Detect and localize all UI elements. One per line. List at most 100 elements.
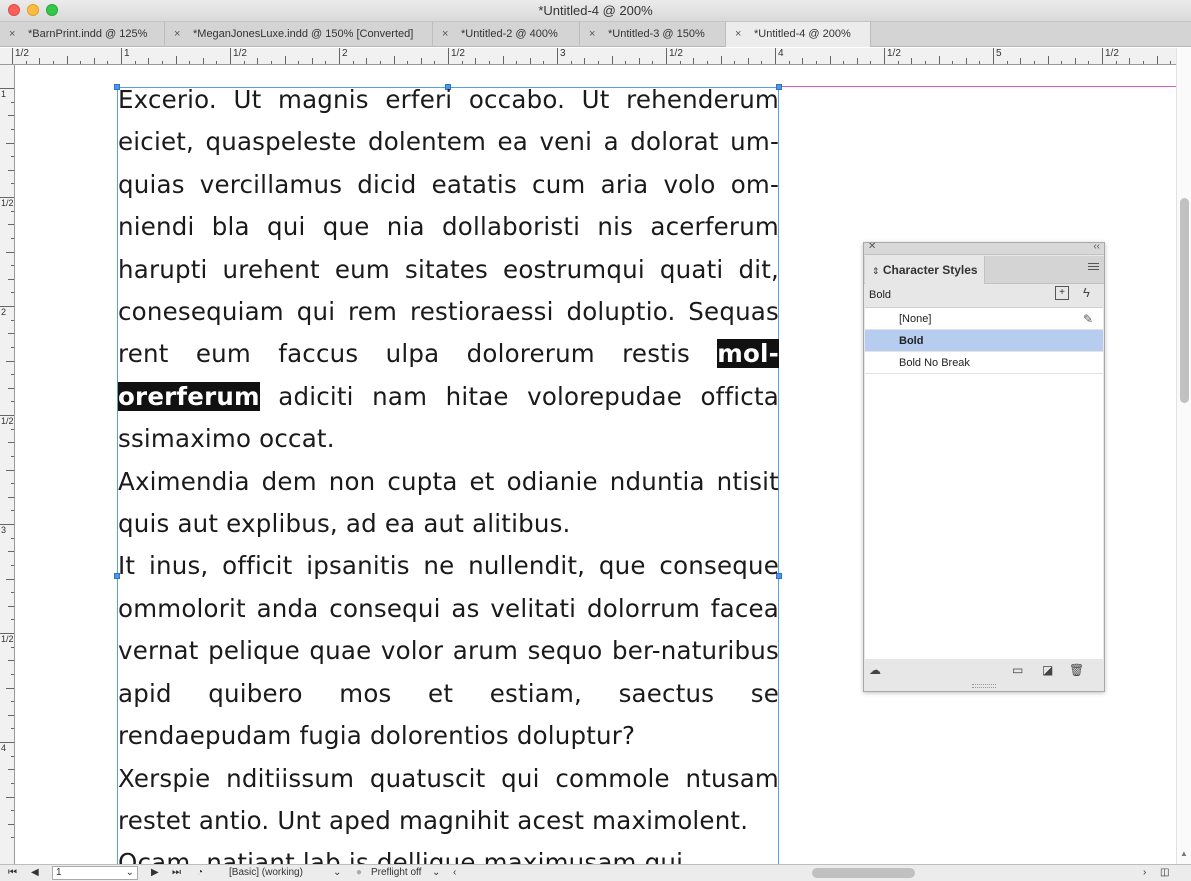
- tab-close-icon[interactable]: ×: [735, 22, 741, 47]
- ruler-minor-tick: [693, 58, 695, 64]
- next-page-icon[interactable]: ▶: [151, 866, 159, 880]
- chevron-down-icon[interactable]: ⌄: [126, 867, 134, 879]
- tab-barnprint[interactable]: × *BarnPrint.indd @ 125%: [0, 22, 165, 47]
- ruler-minor-tick: [8, 115, 14, 117]
- tab-close-icon[interactable]: ×: [442, 22, 448, 47]
- ruler-minor-tick: [175, 56, 177, 64]
- new-style-icon[interactable]: ◪: [1042, 663, 1053, 677]
- ruler-label: 2: [342, 48, 348, 59]
- ruler-minor-tick: [11, 183, 14, 185]
- vertical-ruler[interactable]: 1 1/2 2 1/2 3 1/2 4: [0, 65, 15, 864]
- ruler-minor-tick: [66, 56, 68, 64]
- document-status-icon[interactable]: ◔: [197, 866, 203, 880]
- text-story[interactable]: Excerio. Ut magnis erferi occabo. Ut reh…: [118, 79, 779, 864]
- ruler-major-tick: [993, 48, 994, 64]
- ruler-label: 1/2: [887, 48, 901, 59]
- ruler-minor-tick: [11, 428, 14, 430]
- chevron-down-icon[interactable]: ⌄: [432, 866, 440, 880]
- ruler-minor-tick: [802, 58, 804, 64]
- style-list: [None] ✎ Bold Bold No Break: [865, 307, 1103, 659]
- chevron-down-icon[interactable]: ⌄: [333, 866, 341, 880]
- ruler-minor-tick: [189, 61, 191, 64]
- scroll-up-icon[interactable]: ▲: [1180, 849, 1188, 858]
- ruler-minor-tick: [11, 755, 14, 757]
- ruler-major-tick: [666, 48, 667, 64]
- ruler-minor-tick: [502, 56, 504, 64]
- ruler-minor-tick: [11, 319, 14, 321]
- ruler-minor-tick: [11, 782, 14, 784]
- ruler-minor-tick: [311, 58, 313, 64]
- split-view-icon[interactable]: ◫: [1160, 866, 1169, 880]
- quick-apply-icon[interactable]: ϟ: [1083, 285, 1090, 300]
- ruler-label: 5: [996, 48, 1002, 59]
- ruler-minor-tick: [11, 646, 14, 648]
- ruler-minor-tick: [11, 237, 14, 239]
- page-number-field[interactable]: 1 ⌄: [52, 866, 138, 880]
- ruler-minor-tick: [625, 61, 627, 64]
- ruler-minor-tick: [148, 58, 150, 64]
- ruler-minor-tick: [597, 61, 599, 64]
- tab-close-icon[interactable]: ×: [589, 22, 595, 47]
- tab-close-icon[interactable]: ×: [174, 22, 180, 47]
- ruler-minor-tick: [11, 673, 14, 675]
- ruler-label: 2: [1, 307, 7, 317]
- vertical-scroll-thumb[interactable]: [1180, 198, 1189, 403]
- style-row-none[interactable]: [None] ✎: [865, 308, 1103, 330]
- preflight-profile[interactable]: [Basic] (working): [229, 866, 303, 880]
- ruler-label: 4: [1, 743, 7, 753]
- folder-icon[interactable]: ▭: [1012, 663, 1023, 677]
- current-style-label: Bold: [869, 289, 892, 301]
- close-icon[interactable]: ✕: [868, 241, 876, 252]
- ruler-minor-tick: [924, 61, 926, 64]
- style-row-bold-no-break[interactable]: Bold No Break: [865, 352, 1103, 374]
- trash-icon[interactable]: 🗑: [1069, 663, 1084, 677]
- ruler-label: 1/2: [1, 634, 14, 644]
- paragraph: It inus, officit ipsanitis ne nullendit,…: [118, 551, 779, 751]
- tab-close-icon[interactable]: ×: [9, 22, 15, 47]
- ruler-label: 1/2: [1, 198, 14, 208]
- scroll-left-icon[interactable]: ‹: [453, 866, 456, 880]
- tab-meganjonesluxe[interactable]: × *MeganJonesLuxe.indd @ 150% [Converted…: [165, 22, 433, 47]
- panel-titlebar[interactable]: ✕ ‹‹: [864, 241, 1104, 255]
- ruler-minor-tick: [11, 810, 14, 812]
- horizontal-ruler[interactable]: 1/2 1 1/2 2 1/2 3 1/2 4 1/2 5 1/2: [0, 48, 1191, 65]
- tab-untitled-2[interactable]: × *Untitled-2 @ 400%: [433, 22, 580, 47]
- ruler-major-tick: [448, 48, 449, 64]
- ruler-minor-tick: [1006, 61, 1008, 64]
- ruler-minor-tick: [734, 61, 736, 64]
- ruler-minor-tick: [8, 442, 14, 444]
- prev-page-icon[interactable]: ◀: [31, 866, 39, 880]
- resize-grip[interactable]: [972, 684, 996, 688]
- ruler-minor-tick: [897, 61, 899, 64]
- ruler-minor-tick: [8, 169, 14, 171]
- horizontal-scroll-thumb[interactable]: [812, 868, 915, 878]
- style-row-bold[interactable]: Bold: [865, 330, 1103, 352]
- scroll-right-icon[interactable]: ›: [1143, 866, 1146, 880]
- new-style-override-icon[interactable]: +: [1055, 286, 1069, 300]
- tab-untitled-3[interactable]: × *Untitled-3 @ 150%: [580, 22, 726, 47]
- ruler-label: 1/2: [451, 48, 465, 59]
- last-page-icon[interactable]: ⏭: [172, 866, 181, 880]
- ruler-minor-tick: [11, 728, 14, 730]
- ruler-minor-tick: [461, 61, 463, 64]
- preflight-status[interactable]: Preflight off: [371, 866, 421, 880]
- ruler-minor-tick: [761, 61, 763, 64]
- tab-untitled-4[interactable]: × *Untitled-4 @ 200%: [726, 22, 871, 47]
- ruler-minor-tick: [284, 56, 286, 64]
- collapse-icon[interactable]: ‹‹: [1093, 241, 1100, 252]
- ruler-minor-tick: [652, 61, 654, 64]
- ruler-label: 4: [778, 48, 784, 59]
- cloud-library-icon[interactable]: ☁: [869, 663, 881, 677]
- ruler-minor-tick: [747, 58, 749, 64]
- ruler-minor-tick: [11, 374, 14, 376]
- ruler-minor-tick: [8, 496, 14, 498]
- vertical-scrollbar[interactable]: ▲: [1176, 48, 1191, 864]
- first-page-icon[interactable]: ⏮: [8, 866, 17, 880]
- panel-menu-icon[interactable]: [1088, 263, 1099, 272]
- ruler-minor-tick: [11, 401, 14, 403]
- tab-character-styles[interactable]: ⇕ Character Styles: [865, 256, 985, 284]
- ruler-major-tick: [121, 48, 122, 64]
- ruler-minor-tick: [1074, 58, 1076, 64]
- style-name: [None]: [899, 313, 932, 325]
- ruler-minor-tick: [516, 61, 518, 64]
